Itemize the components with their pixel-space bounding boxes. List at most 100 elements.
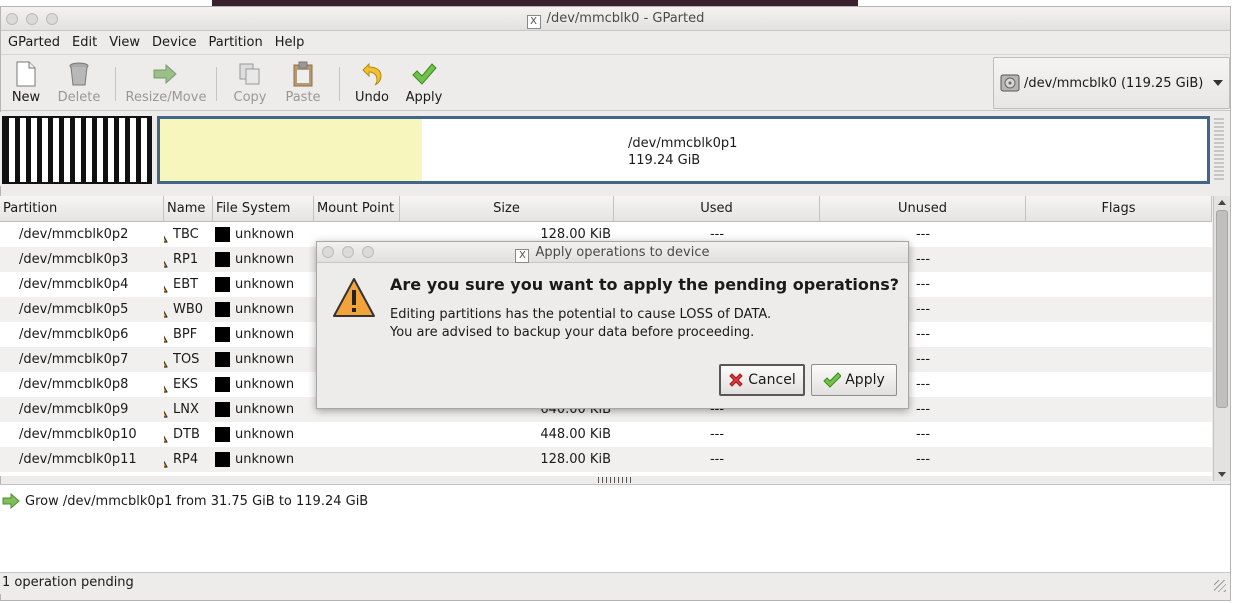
column-name[interactable]: Name xyxy=(164,196,213,221)
scroll-up-arrow-icon[interactable] xyxy=(1218,200,1226,205)
partition-block-label: /dev/mmcblk0p1 119.24 GiB xyxy=(628,135,737,169)
cell-file-system-text: unknown xyxy=(235,252,295,267)
cell-partition: /dev/mmcblk0p4 xyxy=(19,277,129,292)
cell-file-system-text: unknown xyxy=(235,352,295,367)
filesystem-color-swatch xyxy=(215,327,230,342)
checkmark-icon xyxy=(409,60,439,88)
warning-icon xyxy=(164,460,168,468)
pane-resize-handle[interactable] xyxy=(598,477,632,483)
dialog-titlebar[interactable]: X Apply operations to device xyxy=(317,242,908,263)
table-scrollbar[interactable] xyxy=(1213,196,1230,481)
cell-name: WB0 xyxy=(164,302,213,318)
cell-name: TBC xyxy=(164,227,213,243)
cell-name: RP4 xyxy=(164,452,213,468)
filesystem-color-swatch xyxy=(215,252,230,267)
statusbar: 1 operation pending xyxy=(0,572,1230,594)
cell-name-text: TBC xyxy=(173,227,199,242)
cell-name: RP1 xyxy=(164,252,213,268)
warning-icon xyxy=(164,260,168,268)
warning-icon xyxy=(164,310,168,318)
filesystem-color-swatch xyxy=(215,277,230,292)
delete-button[interactable]: Delete xyxy=(51,55,107,111)
dialog-apply-button[interactable]: Apply xyxy=(811,364,897,396)
cell-file-system-text: unknown xyxy=(235,302,295,317)
dialog-apply-label: Apply xyxy=(845,372,885,388)
copy-button-label: Copy xyxy=(233,90,267,105)
dialog-title-text: Apply operations to device xyxy=(535,245,710,260)
cell-name-text: RP1 xyxy=(173,252,199,267)
warning-icon xyxy=(164,435,168,443)
cell-name-text: DTB xyxy=(173,427,200,442)
partition-block-name: /dev/mmcblk0p1 xyxy=(628,136,738,151)
chevron-down-icon[interactable] xyxy=(1213,80,1223,86)
cell-file-system-text: unknown xyxy=(235,227,295,242)
warning-icon xyxy=(164,410,168,418)
harddisk-icon xyxy=(1000,74,1020,92)
partition-block-size: 119.24 GiB xyxy=(628,153,701,168)
filesystem-color-swatch xyxy=(215,377,230,392)
cell-size: 128.00 KiB xyxy=(540,227,611,242)
warning-icon xyxy=(164,285,168,293)
menu-device[interactable]: Device xyxy=(147,35,201,50)
menu-gparted[interactable]: GParted xyxy=(3,35,65,50)
copy-button[interactable]: Copy xyxy=(225,55,275,111)
toolbar: New Delete Resize/Move Copy Paste Undo A… xyxy=(1,55,1230,111)
operation-item[interactable]: Grow /dev/mmcblk0p1 from 31.75 GiB to 11… xyxy=(0,490,1230,512)
partition-block-mmcblk0p1[interactable]: /dev/mmcblk0p1 119.24 GiB xyxy=(157,116,1210,184)
column-file-system[interactable]: File System xyxy=(213,196,314,221)
cell-file-system-text: unknown xyxy=(235,377,295,392)
menu-edit[interactable]: Edit xyxy=(67,35,102,50)
paste-button[interactable]: Paste xyxy=(275,55,331,111)
cell-file-system: unknown xyxy=(213,302,314,317)
cell-unused: --- xyxy=(915,227,931,242)
cell-partition: /dev/mmcblk0p8 xyxy=(19,377,129,392)
scrollbar-thumb[interactable] xyxy=(1216,210,1228,408)
menu-view[interactable]: View xyxy=(104,35,145,50)
table-row[interactable]: /dev/mmcblk0p10 DTB unknown 448.00 KiB --- --… xyxy=(0,422,1212,447)
cell-partition: /dev/mmcblk0p7 xyxy=(19,352,129,367)
menu-help[interactable]: Help xyxy=(270,35,310,50)
pending-operations-list: Grow /dev/mmcblk0p1 from 31.75 GiB to 11… xyxy=(0,484,1230,574)
filesystem-color-swatch xyxy=(215,452,230,467)
new-button-label: New xyxy=(11,90,41,105)
resize-grip-icon[interactable] xyxy=(1214,580,1226,592)
cancel-x-icon xyxy=(729,373,743,387)
column-flags[interactable]: Flags xyxy=(1026,196,1212,221)
cell-name-text: WB0 xyxy=(173,302,204,317)
cell-file-system-text: unknown xyxy=(235,277,295,292)
column-unused[interactable]: Unused xyxy=(820,196,1026,221)
cell-file-system: unknown xyxy=(213,427,314,442)
undo-button[interactable]: Undo xyxy=(348,55,396,111)
column-mount-point[interactable]: Mount Point xyxy=(314,196,400,221)
undo-button-label: Undo xyxy=(355,90,389,105)
device-selector[interactable]: /dev/mmcblk0 (119.25 GiB) xyxy=(993,57,1230,109)
new-button[interactable]: New xyxy=(1,55,51,111)
resize-arrow-icon xyxy=(151,60,181,88)
table-row[interactable]: /dev/mmcblk0p11 RP4 unknown 128.00 KiB --- --… xyxy=(0,447,1212,472)
cell-name-text: EBT xyxy=(173,277,199,292)
cell-size: 128.00 KiB xyxy=(540,452,611,467)
cell-name-text: EKS xyxy=(173,377,198,392)
toolbar-separator xyxy=(339,67,340,101)
resize-move-button[interactable]: Resize/Move xyxy=(124,55,208,111)
dialog-message: Editing partitions has the potential to … xyxy=(390,306,771,342)
cancel-button[interactable]: Cancel xyxy=(719,364,805,396)
scroll-down-arrow-icon[interactable] xyxy=(1218,472,1226,477)
menu-partition[interactable]: Partition xyxy=(204,35,268,50)
warning-icon xyxy=(332,277,376,323)
cell-size: 448.00 KiB xyxy=(540,427,611,442)
cell-name: EBT xyxy=(164,277,213,293)
column-partition[interactable]: Partition xyxy=(0,196,164,221)
column-used[interactable]: Used xyxy=(614,196,820,221)
cell-file-system-text: unknown xyxy=(235,427,295,442)
resize-arrow-icon xyxy=(2,493,20,509)
apply-button-label: Apply xyxy=(405,90,443,105)
cell-name: TOS xyxy=(164,352,213,368)
new-document-icon xyxy=(11,60,41,88)
window-titlebar[interactable]: X/dev/mmcblk0 - GParted xyxy=(1,7,1230,31)
cell-name: BPF xyxy=(164,327,213,343)
cell-file-system: unknown xyxy=(213,227,314,242)
unallocated-partitions-block[interactable] xyxy=(2,116,152,184)
column-size[interactable]: Size xyxy=(400,196,614,221)
apply-button[interactable]: Apply xyxy=(396,55,452,111)
